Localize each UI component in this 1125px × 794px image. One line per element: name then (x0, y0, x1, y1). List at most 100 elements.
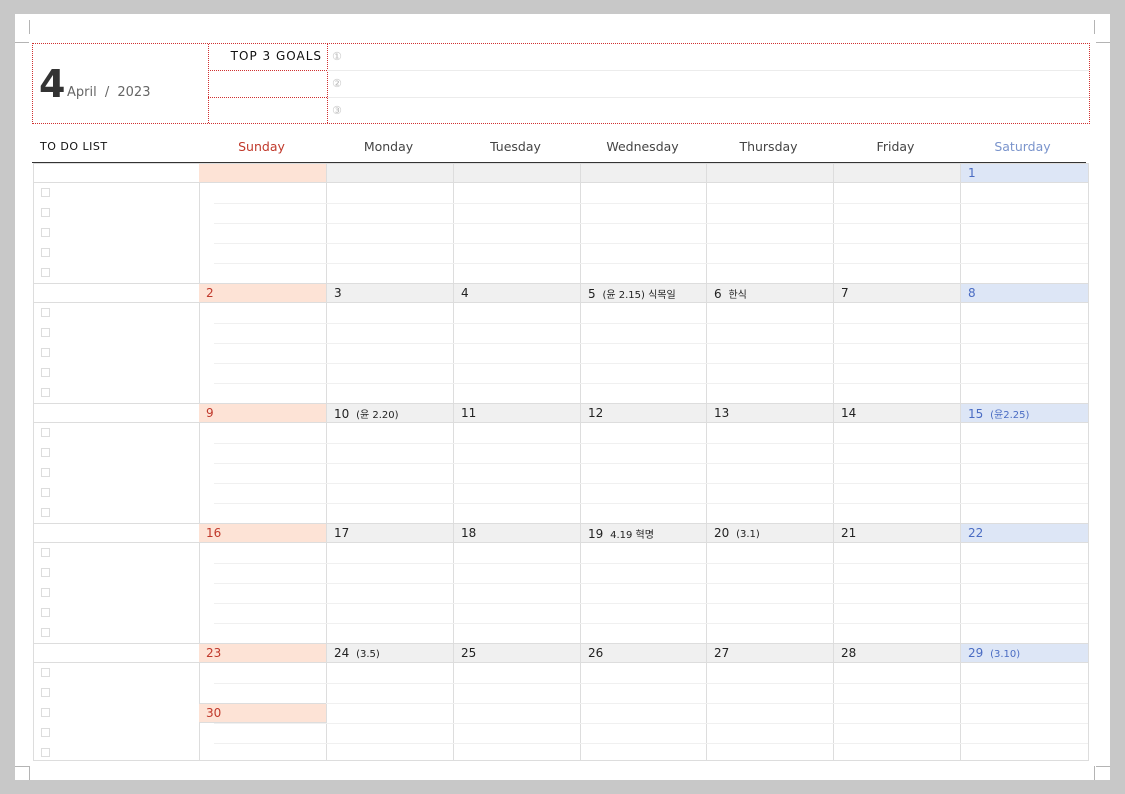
todo-checkbox[interactable] (41, 708, 50, 717)
date-cell[interactable]: 13 (706, 404, 833, 422)
week-date-row: 1 (34, 163, 1088, 183)
todo-checkbox[interactable] (41, 368, 50, 377)
planner-page: 4 April / 2023 TOP 3 GOALS ① ② ③ TO DO L… (15, 14, 1110, 780)
date-cell[interactable]: 25 (453, 644, 580, 662)
date-cell[interactable]: 17 (326, 524, 453, 542)
date-cell[interactable]: 6 한식 (706, 284, 833, 302)
date-number: 23 (206, 646, 222, 660)
todo-checkbox[interactable] (41, 348, 50, 357)
date-cell[interactable]: 10 (윤 2.20) (326, 404, 453, 422)
week-date-row: 23 24 (3.5) 25 26 27 28 29 (3.10) (34, 643, 1088, 663)
crop-mark (29, 20, 30, 34)
date-cell[interactable]: 8 (960, 284, 1088, 302)
todo-checkbox[interactable] (41, 328, 50, 337)
date-number: 5 (윤 2.15) 식목일 (588, 287, 676, 301)
month-name: April (67, 85, 97, 100)
todo-checkbox[interactable] (41, 568, 50, 577)
date-cell[interactable]: 16 (199, 524, 326, 542)
todo-checkbox[interactable] (41, 468, 50, 477)
calendar-grid: 12345 (윤 2.15) 식목일 6 한식 7 8 9 10 (윤 2.20) 11 12… (33, 163, 1089, 761)
date-cell[interactable]: 22 (960, 524, 1088, 542)
date-cell[interactable]: 21 (833, 524, 960, 542)
todo-checkbox[interactable] (41, 188, 50, 197)
todo-checkbox[interactable] (41, 668, 50, 677)
date-number: 7 (841, 286, 849, 300)
date-cell[interactable]: 14 (833, 404, 960, 422)
row-line (214, 203, 1088, 204)
row-line (214, 563, 1088, 564)
date-cell[interactable] (199, 164, 326, 182)
todo-checkbox[interactable] (41, 548, 50, 557)
date-number: 9 (206, 406, 214, 420)
date-number: 8 (968, 286, 976, 300)
date-cell[interactable]: 24 (3.5) (326, 644, 453, 662)
day-header-tuesday: Tuesday (490, 139, 541, 154)
todo-checkbox[interactable] (41, 488, 50, 497)
date-cell[interactable]: 2 (199, 284, 326, 302)
date-cell[interactable]: 12 (580, 404, 706, 422)
separator: / (104, 85, 110, 100)
row-line (214, 243, 1088, 244)
todo-checkbox[interactable] (41, 388, 50, 397)
todo-checkbox[interactable] (41, 428, 50, 437)
goal-marker-2: ② (332, 77, 342, 90)
todo-checkbox[interactable] (41, 448, 50, 457)
date-cell[interactable]: 20 (3.1) (706, 524, 833, 542)
date-number: 29 (3.10) (968, 646, 1021, 660)
todo-checkbox[interactable] (41, 228, 50, 237)
date-cell[interactable]: 4 (453, 284, 580, 302)
goals-title: TOP 3 GOALS (230, 49, 322, 63)
date-cell[interactable]: 23 (199, 644, 326, 662)
date-note: (3.5) (356, 649, 380, 660)
week-date-row: 9 10 (윤 2.20) 11 12 13 14 15 (윤2.25) (34, 403, 1088, 423)
day-header-wednesday: Wednesday (606, 139, 679, 154)
week-date-row: 16 17 18 19 4.19 혁명 20 (3.1) 21 22 (34, 523, 1088, 543)
row-line (214, 263, 1088, 264)
date-number: 10 (윤 2.20) (334, 407, 399, 421)
date-cell[interactable]: 15 (윤2.25) (960, 404, 1088, 422)
row-line (214, 323, 1088, 324)
date-cell[interactable] (326, 164, 453, 182)
row-line (214, 483, 1088, 484)
date-cell[interactable]: 18 (453, 524, 580, 542)
date-cell[interactable]: 7 (833, 284, 960, 302)
date-cell[interactable]: 28 (833, 644, 960, 662)
todo-checkbox[interactable] (41, 728, 50, 737)
todo-checkbox[interactable] (41, 248, 50, 257)
todo-checkbox[interactable] (41, 608, 50, 617)
date-cell[interactable]: 1 (960, 164, 1088, 182)
date-cell[interactable]: 26 (580, 644, 706, 662)
date-number: 21 (841, 526, 857, 540)
date-cell[interactable] (833, 164, 960, 182)
date-cell[interactable]: 19 4.19 혁명 (580, 524, 706, 542)
date-cell[interactable] (453, 164, 580, 182)
row-line (214, 223, 1088, 224)
crop-mark (1094, 20, 1095, 34)
crop-mark (15, 42, 29, 43)
day-header-sunday: Sunday (238, 139, 285, 154)
date-cell[interactable]: 11 (453, 404, 580, 422)
todo-checkbox[interactable] (41, 588, 50, 597)
todo-checkbox[interactable] (41, 508, 50, 517)
date-note: 한식 (728, 290, 747, 301)
date-cell[interactable]: 29 (3.10) (960, 644, 1088, 662)
date-note: (3.10) (990, 649, 1021, 660)
date-cell[interactable]: 30 (199, 703, 326, 723)
todo-checkbox[interactable] (41, 208, 50, 217)
date-cell[interactable]: 27 (706, 644, 833, 662)
date-number: 17 (334, 526, 350, 540)
date-cell[interactable]: 9 (199, 404, 326, 422)
todo-checkbox[interactable] (41, 688, 50, 697)
todo-checkbox[interactable] (41, 748, 50, 757)
date-cell[interactable] (580, 164, 706, 182)
todo-checkbox[interactable] (41, 628, 50, 637)
date-cell[interactable]: 3 (326, 284, 453, 302)
todo-checkbox[interactable] (41, 268, 50, 277)
date-number: 6 한식 (714, 287, 747, 301)
month-number: 4 (39, 62, 66, 106)
date-cell[interactable] (706, 164, 833, 182)
header-block: 4 April / 2023 TOP 3 GOALS ① ② ③ (32, 43, 1090, 124)
todo-checkbox[interactable] (41, 308, 50, 317)
date-note: (윤 2.20) (356, 410, 399, 421)
date-cell[interactable]: 5 (윤 2.15) 식목일 (580, 284, 706, 302)
